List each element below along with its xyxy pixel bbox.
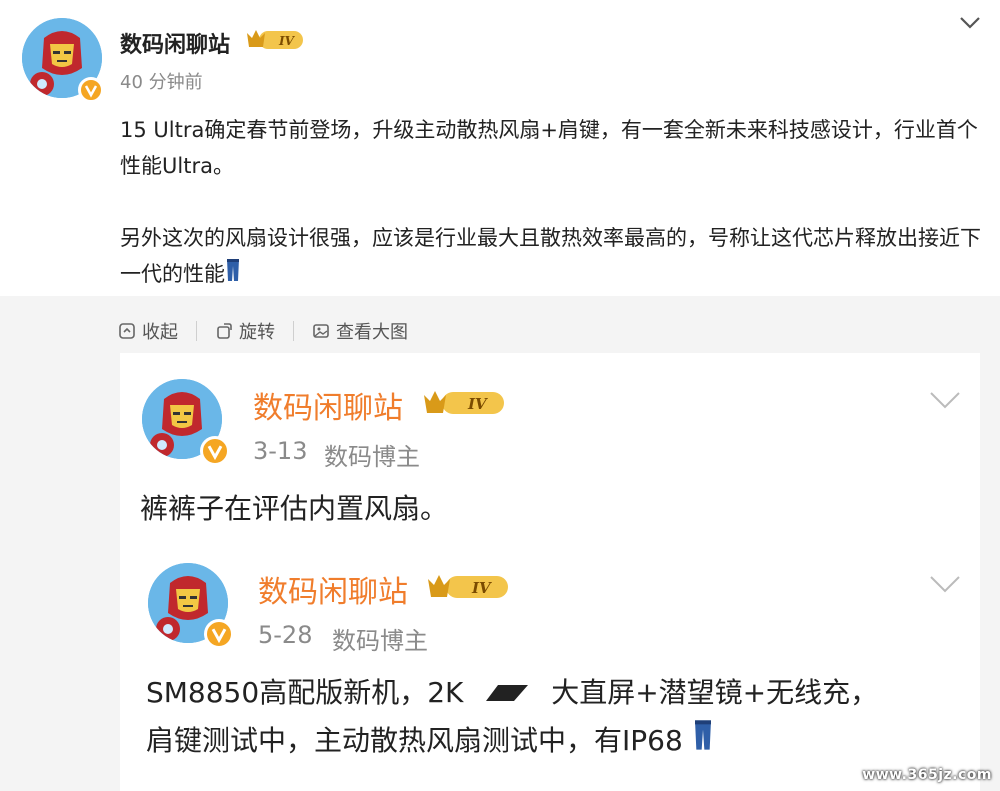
rotate-button[interactable]: 旋转 bbox=[215, 318, 275, 344]
quote1-text: 裤裤子在评估内置风扇。 bbox=[140, 492, 449, 525]
level-badge-icon: IV bbox=[245, 27, 307, 57]
chevron-down-icon bbox=[928, 573, 962, 599]
watermark: www.365jz.com bbox=[862, 767, 992, 783]
quote1-level-text: IV bbox=[467, 395, 488, 413]
divider bbox=[293, 321, 294, 341]
level-badge-icon: IV bbox=[422, 387, 508, 423]
quote2-text-line2: 肩键测试中，主动散热风扇测试中，有IP68 bbox=[146, 717, 714, 766]
rotate-label: 旋转 bbox=[239, 322, 275, 343]
quote1-username: 数码闲聊站 bbox=[253, 391, 403, 426]
quote2-text-line1-a: SM8850高配版新机，2K bbox=[146, 676, 464, 709]
verified-badge-icon bbox=[204, 619, 234, 649]
jeans-emoji-icon bbox=[692, 718, 714, 766]
level-badge-icon: IV bbox=[426, 571, 512, 607]
collapse-button[interactable]: 收起 bbox=[118, 318, 178, 344]
verified-badge-icon bbox=[200, 436, 230, 466]
post-paragraph-2: 另外这次的风扇设计很强，应该是行业最大且散热效率最高的，号称让这代芯片释放出接近… bbox=[120, 220, 990, 293]
chevron-down-icon[interactable] bbox=[958, 14, 982, 36]
view-large-image-label: 查看大图 bbox=[336, 322, 408, 343]
quote2-role: 数码博主 bbox=[332, 627, 428, 655]
quote2-level-text: IV bbox=[471, 579, 492, 597]
verified-badge-icon bbox=[78, 77, 104, 103]
image-icon bbox=[313, 324, 329, 338]
collapse-icon bbox=[119, 323, 135, 339]
quote2-username: 数码闲聊站 bbox=[258, 575, 408, 610]
quote2-date: 5-28 bbox=[258, 621, 313, 649]
quote1-role: 数码博主 bbox=[324, 443, 420, 471]
view-large-image-button[interactable]: 查看大图 bbox=[312, 318, 408, 344]
quoted-image[interactable]: 数码闲聊站 IV 3-13 数码博主 裤裤子在评估内置风扇。 数码闲聊站 IV … bbox=[120, 353, 980, 791]
quote2-text-line1-b: 大直屏+潜望镜+无线充， bbox=[551, 676, 879, 709]
post-time: 40 分钟前 bbox=[120, 72, 203, 93]
post-container: 数码闲聊站 IV 40 分钟前 15 Ultra确定春节前登场，升级主动散热风扇… bbox=[0, 0, 1000, 296]
collapse-label: 收起 bbox=[142, 322, 178, 343]
phone-emoji-icon bbox=[484, 670, 530, 718]
quote2-text-line2-text: 肩键测试中，主动散热风扇测试中，有IP68 bbox=[146, 724, 683, 757]
chevron-down-icon bbox=[928, 389, 962, 415]
quote1-date: 3-13 bbox=[253, 437, 308, 465]
post-paragraph-2-text: 另外这次的风扇设计很强，应该是行业最大且散热效率最高的，号称让这代芯片释放出接近… bbox=[120, 226, 981, 286]
jeans-emoji-icon bbox=[225, 257, 241, 293]
rotate-icon bbox=[217, 323, 232, 339]
post-body: 15 Ultra确定春节前登场，升级主动散热风扇+肩键，有一套全新未来科技感设计… bbox=[120, 112, 990, 293]
post-actions: 收起 旋转 查看大图 bbox=[118, 316, 408, 346]
username[interactable]: 数码闲聊站 bbox=[120, 27, 230, 59]
level-text: IV bbox=[278, 34, 296, 48]
post-paragraph-1: 15 Ultra确定春节前登场，升级主动散热风扇+肩键，有一套全新未来科技感设计… bbox=[120, 118, 978, 178]
divider bbox=[196, 321, 197, 341]
quote2-text-line1: SM8850高配版新机，2K 大直屏+潜望镜+无线充， bbox=[146, 669, 878, 718]
